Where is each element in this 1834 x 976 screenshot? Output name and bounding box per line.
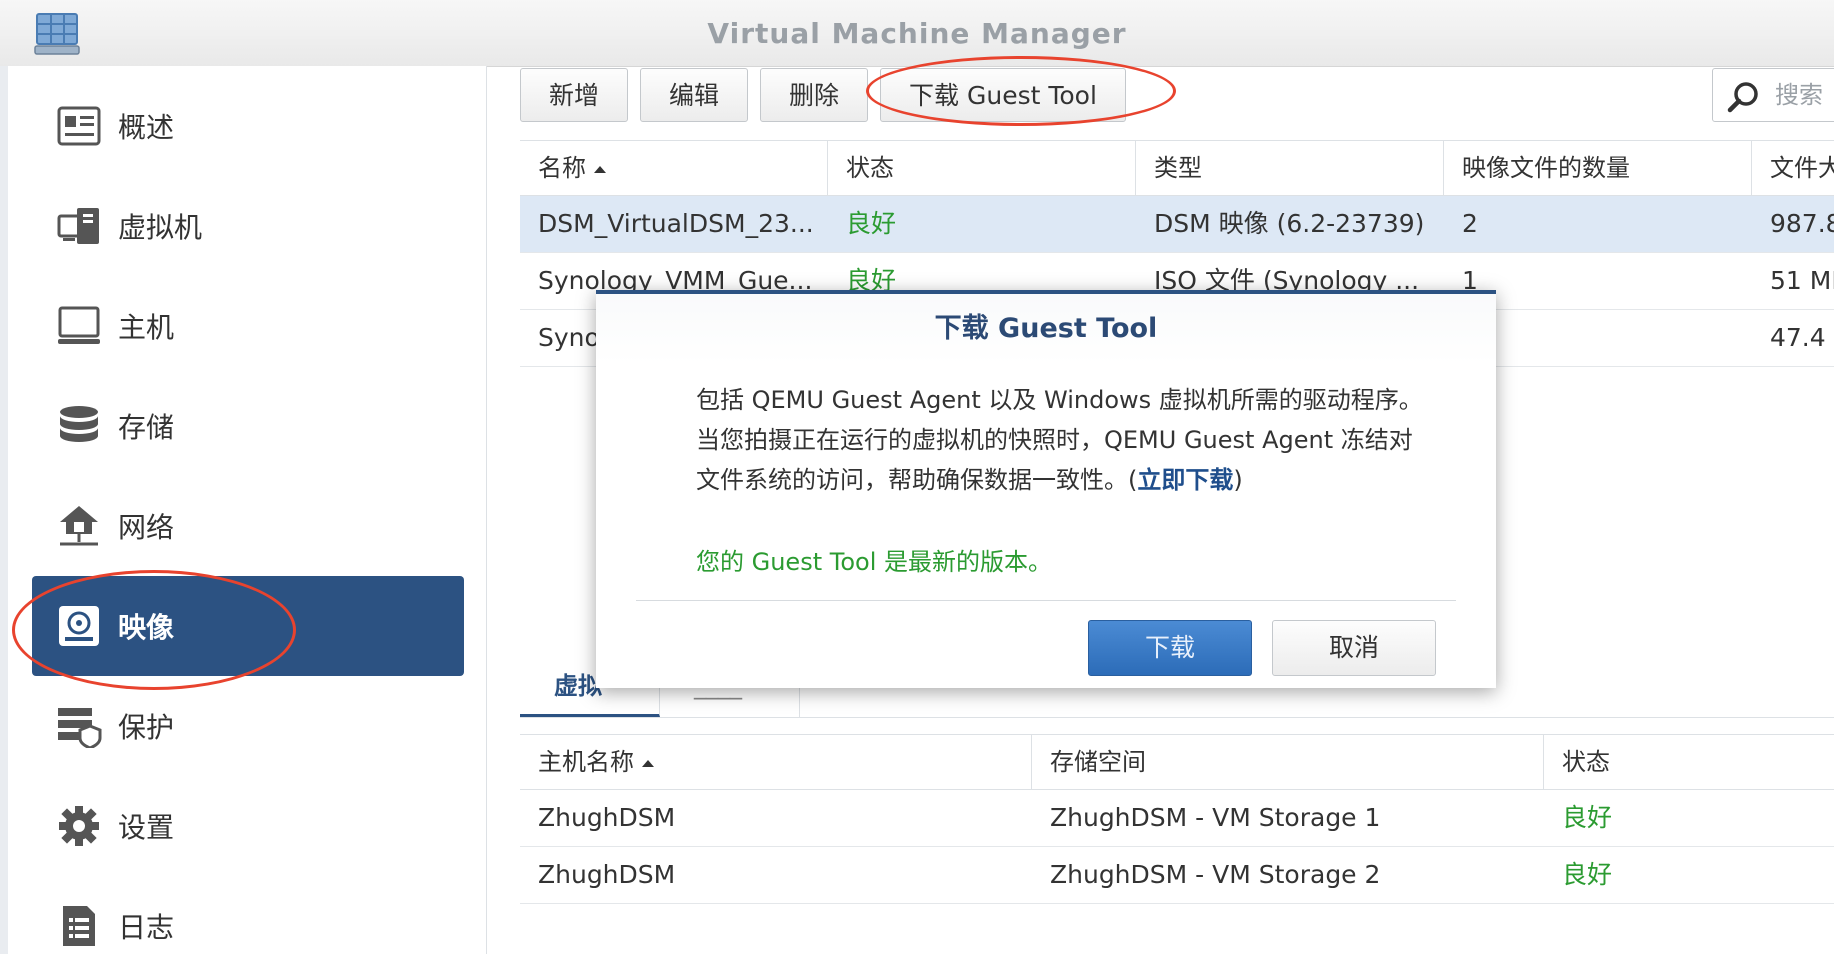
column-header-status[interactable]: 状态 xyxy=(1544,735,1834,789)
sort-ascending-icon xyxy=(594,165,606,173)
window-edge xyxy=(0,66,8,954)
column-header-label: 名称 xyxy=(538,154,586,182)
sidebar-item-label: 概述 xyxy=(118,111,175,144)
sidebar-item-log[interactable]: 日志 xyxy=(32,876,464,976)
dialog-line-2: 当您拍摄正在运行的虚拟机的快照时，QEMU Guest Agent 冻结对 xyxy=(696,426,1413,454)
cell-file-size: 987.8 xyxy=(1770,209,1834,238)
log-icon xyxy=(54,901,104,951)
sidebar-item-image[interactable]: 映像 xyxy=(32,576,464,676)
sidebar: 概述 虚拟机 主机 存储 网络 映像 保护 设置 日志 xyxy=(8,66,487,954)
sidebar-item-label: 主机 xyxy=(118,311,175,344)
cell-name: DSM_VirtualDSM_23... xyxy=(538,209,814,238)
sidebar-item-overview[interactable]: 概述 xyxy=(32,76,464,176)
sidebar-item-storage[interactable]: 存储 xyxy=(32,376,464,476)
sidebar-item-host[interactable]: 主机 xyxy=(32,276,464,376)
dialog-line-3: 文件系统的访问，帮助确保数据一致性。(立即下载) xyxy=(696,460,1436,500)
dialog-title: 下载 Guest Tool xyxy=(596,294,1496,364)
column-header-storage[interactable]: 存储空间 xyxy=(1032,735,1544,789)
dialog-line-1: 包括 QEMU Guest Agent 以及 Windows 虚拟机所需的驱动程… xyxy=(696,386,1423,414)
dialog-cancel-button[interactable]: 取消 xyxy=(1272,620,1436,676)
download-now-link[interactable]: 立即下载 xyxy=(1137,466,1233,494)
cell-storage: ZhughDSM - VM Storage 1 xyxy=(1050,803,1381,832)
sidebar-item-label: 映像 xyxy=(118,611,175,644)
host-icon xyxy=(54,301,104,351)
dialog-description: 包括 QEMU Guest Agent 以及 Windows 虚拟机所需的驱动程… xyxy=(696,380,1436,500)
cell-storage: ZhughDSM - VM Storage 2 xyxy=(1050,860,1381,889)
table-row[interactable]: DSM_VirtualDSM_23... 良好 DSM 映像 (6.2-2373… xyxy=(520,196,1834,253)
dialog-divider xyxy=(636,600,1456,601)
column-header-host-name[interactable]: 主机名称 xyxy=(520,735,1032,789)
sidebar-item-network[interactable]: 网络 xyxy=(32,476,464,576)
download-guest-tool-button[interactable]: 下载 Guest Tool xyxy=(880,68,1126,122)
window-title: Virtual Machine Manager xyxy=(707,17,1127,50)
sidebar-item-settings[interactable]: 设置 xyxy=(32,776,464,876)
cell-file-size: 51 MI xyxy=(1770,266,1834,295)
cell-type: DSM 映像 (6.2-23739) xyxy=(1154,209,1425,238)
column-header-label: 主机名称 xyxy=(538,748,634,776)
hosts-table: 主机名称 存储空间 状态 ZhughDSM ZhughDSM - VM Stor… xyxy=(520,734,1834,904)
dialog-status-message: 您的 Guest Tool 是最新的版本。 xyxy=(696,548,1052,576)
cell-host-name: ZhughDSM xyxy=(538,803,676,832)
cell-file-count: 2 xyxy=(1462,209,1478,238)
search-icon xyxy=(1727,81,1759,117)
sidebar-item-label: 保护 xyxy=(118,711,175,744)
delete-button[interactable]: 删除 xyxy=(760,68,868,122)
table-header: 主机名称 存储空间 状态 xyxy=(520,734,1834,790)
sidebar-item-protection[interactable]: 保护 xyxy=(32,676,464,776)
sidebar-item-label: 存储 xyxy=(118,411,175,444)
sort-ascending-icon xyxy=(642,759,654,767)
sidebar-item-virtual-machine[interactable]: 虚拟机 xyxy=(32,176,464,276)
table-row[interactable]: ZhughDSM ZhughDSM - VM Storage 1 良好 xyxy=(520,790,1834,847)
sidebar-item-label: 设置 xyxy=(118,811,175,844)
cell-file-size: 47.4 xyxy=(1770,323,1826,352)
column-header-name[interactable]: 名称 xyxy=(520,141,828,195)
add-button[interactable]: 新增 xyxy=(520,68,628,122)
dialog-line-3-prefix: 文件系统的访问，帮助确保数据一致性。( xyxy=(696,466,1138,494)
table-row[interactable]: ZhughDSM ZhughDSM - VM Storage 2 良好 xyxy=(520,847,1834,904)
cell-host-name: ZhughDSM xyxy=(538,860,676,889)
column-header-type[interactable]: 类型 xyxy=(1136,141,1444,195)
column-header-file-size[interactable]: 文件大 xyxy=(1752,141,1834,195)
title-bar: Virtual Machine Manager xyxy=(0,0,1834,67)
protection-icon xyxy=(54,701,104,751)
storage-icon xyxy=(54,401,104,451)
column-header-file-count[interactable]: 映像文件的数量 xyxy=(1444,141,1752,195)
sidebar-item-label: 日志 xyxy=(118,911,175,944)
search-box[interactable] xyxy=(1712,68,1834,122)
dialog-line-3-suffix: ) xyxy=(1233,466,1243,494)
cell-status: 良好 xyxy=(846,209,897,238)
virtual-machine-icon xyxy=(54,201,104,251)
edit-button[interactable]: 编辑 xyxy=(640,68,748,122)
column-header-status[interactable]: 状态 xyxy=(828,141,1136,195)
table-header: 名称 状态 类型 映像文件的数量 文件大 xyxy=(520,140,1834,196)
download-guest-tool-dialog: 下载 Guest Tool 包括 QEMU Guest Agent 以及 Win… xyxy=(596,290,1496,688)
image-icon xyxy=(54,601,104,651)
cell-status: 良好 xyxy=(1562,860,1613,889)
search-input[interactable] xyxy=(1773,77,1834,113)
overview-icon xyxy=(54,101,104,151)
dialog-download-button[interactable]: 下载 xyxy=(1088,620,1252,676)
sidebar-item-label: 网络 xyxy=(118,511,175,544)
cell-status: 良好 xyxy=(1562,803,1613,832)
network-icon xyxy=(54,501,104,551)
gear-icon xyxy=(54,801,104,851)
sidebar-item-label: 虚拟机 xyxy=(118,211,203,244)
